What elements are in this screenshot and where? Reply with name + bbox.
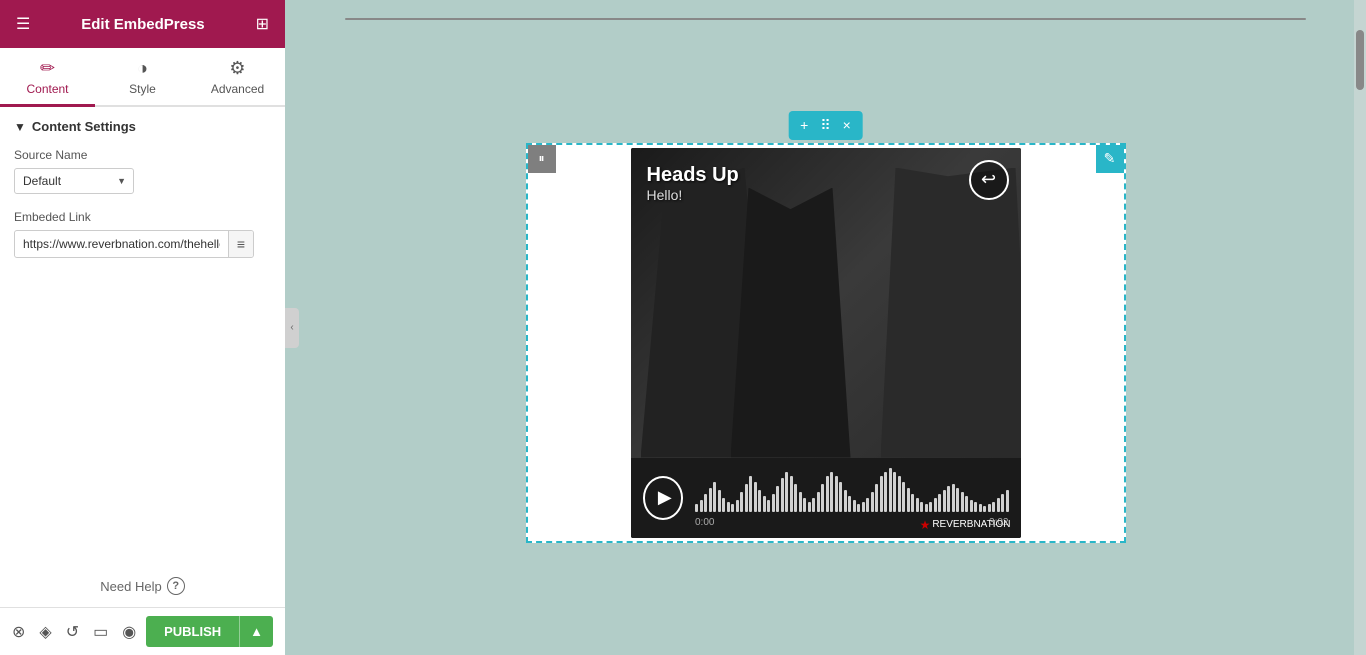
publish-btn-group: PUBLISH ▲ — [146, 616, 273, 647]
tabs-bar: ✏ Content ◑ Style ⚙ Advanced — [0, 48, 285, 107]
reverbnation-logo: ★ REVERBNATION — [920, 518, 1011, 532]
waveform-bars — [695, 468, 1009, 512]
bottom-icons: ⊗ ◈ ↺ ▭ ◉ — [12, 622, 136, 642]
style-icon: ◑ — [137, 58, 148, 79]
widget-area: + ⠿ × ⏸ ✎ Heads Up Hello! — [526, 143, 1126, 543]
bottom-bar: ⊗ ◈ ↺ ▭ ◉ PUBLISH ▲ — [0, 607, 285, 655]
song-info: Heads Up Hello! — [647, 164, 739, 203]
layers-icon[interactable]: ⊗ — [12, 622, 25, 642]
embed-link-group: Embeded Link ≡ — [14, 210, 271, 258]
preview-icon[interactable]: ◉ — [122, 622, 136, 642]
section-arrow: ▼ — [14, 120, 26, 134]
undo-icon[interactable]: ↺ — [66, 622, 79, 642]
hamburger-icon[interactable]: ☰ — [16, 14, 30, 34]
source-name-group: Source Name Default — [14, 148, 271, 194]
source-name-select[interactable]: Default — [14, 168, 134, 194]
source-name-label: Source Name — [14, 148, 271, 162]
source-name-select-wrapper: Default — [14, 168, 134, 194]
embed-link-input-wrapper: ≡ — [14, 230, 254, 258]
song-title: Heads Up — [647, 164, 739, 187]
scrollbar-thumb[interactable] — [1356, 30, 1364, 90]
widget-move-button[interactable]: ⠿ — [814, 115, 836, 136]
edit-icon[interactable]: ✎ — [1096, 145, 1124, 173]
embed-image: Heads Up Hello! ↩ — [631, 148, 1021, 458]
scrollbar — [1354, 0, 1366, 655]
tab-style-label: Style — [129, 82, 156, 96]
embed-link-label: Embeded Link — [14, 210, 271, 224]
main-content: + ⠿ × ⏸ ✎ Heads Up Hello! — [285, 0, 1366, 655]
publish-button[interactable]: PUBLISH — [146, 616, 239, 647]
bookmark-icon[interactable]: ◈ — [39, 622, 51, 642]
reverbnation-text: REVERBNATION — [932, 519, 1010, 530]
tab-content-label: Content — [26, 82, 68, 96]
sidebar-content: ▼ Content Settings Source Name Default E… — [0, 107, 285, 565]
tab-advanced[interactable]: ⚙ Advanced — [190, 48, 285, 107]
section-title: Content Settings — [32, 119, 136, 134]
sidebar-title: Edit EmbedPress — [81, 16, 204, 33]
publish-arrow-button[interactable]: ▲ — [239, 616, 273, 647]
need-help-section[interactable]: Need Help ? — [0, 565, 285, 607]
pause-icon[interactable]: ⏸ — [528, 145, 556, 173]
sidebar: ☰ Edit EmbedPress ⊞ ✏ Content ◑ Style ⚙ … — [0, 0, 285, 655]
widget-toolbar: + ⠿ × — [788, 111, 863, 140]
sidebar-header: ☰ Edit EmbedPress ⊞ — [0, 0, 285, 48]
section-header[interactable]: ▼ Content Settings — [14, 119, 271, 134]
desktop-icon[interactable]: ▭ — [93, 622, 108, 642]
collapse-handle[interactable]: ‹ — [285, 308, 299, 348]
grid-icon[interactable]: ⊞ — [256, 14, 269, 34]
tab-advanced-label: Advanced — [211, 82, 264, 96]
embed-link-icon-btn[interactable]: ≡ — [228, 231, 253, 257]
star-icon: ★ — [920, 518, 931, 532]
need-help-label: Need Help — [100, 579, 161, 594]
widget-add-button[interactable]: + — [794, 115, 814, 135]
help-icon: ? — [167, 577, 185, 595]
play-button[interactable]: ▶ — [643, 476, 684, 520]
song-subtitle: Hello! — [647, 187, 739, 203]
advanced-icon: ⚙ — [229, 58, 245, 79]
figure-right — [881, 168, 1021, 458]
content-icon: ✏ — [40, 58, 55, 79]
share-icon[interactable]: ↩ — [969, 160, 1009, 200]
tab-content[interactable]: ✏ Content — [0, 48, 95, 107]
widget-close-button[interactable]: × — [837, 115, 857, 135]
widget-outer: ⏸ ✎ Heads Up Hello! ↩ — [526, 143, 1126, 543]
figure-middle — [731, 188, 851, 458]
embed-container: Heads Up Hello! ↩ ▶ 0:00 3:02 — [631, 148, 1021, 538]
time-start: 0:00 — [695, 517, 714, 528]
top-line-decoration — [345, 18, 1306, 20]
embed-link-input[interactable] — [15, 232, 228, 256]
tab-style[interactable]: ◑ Style — [95, 48, 190, 107]
